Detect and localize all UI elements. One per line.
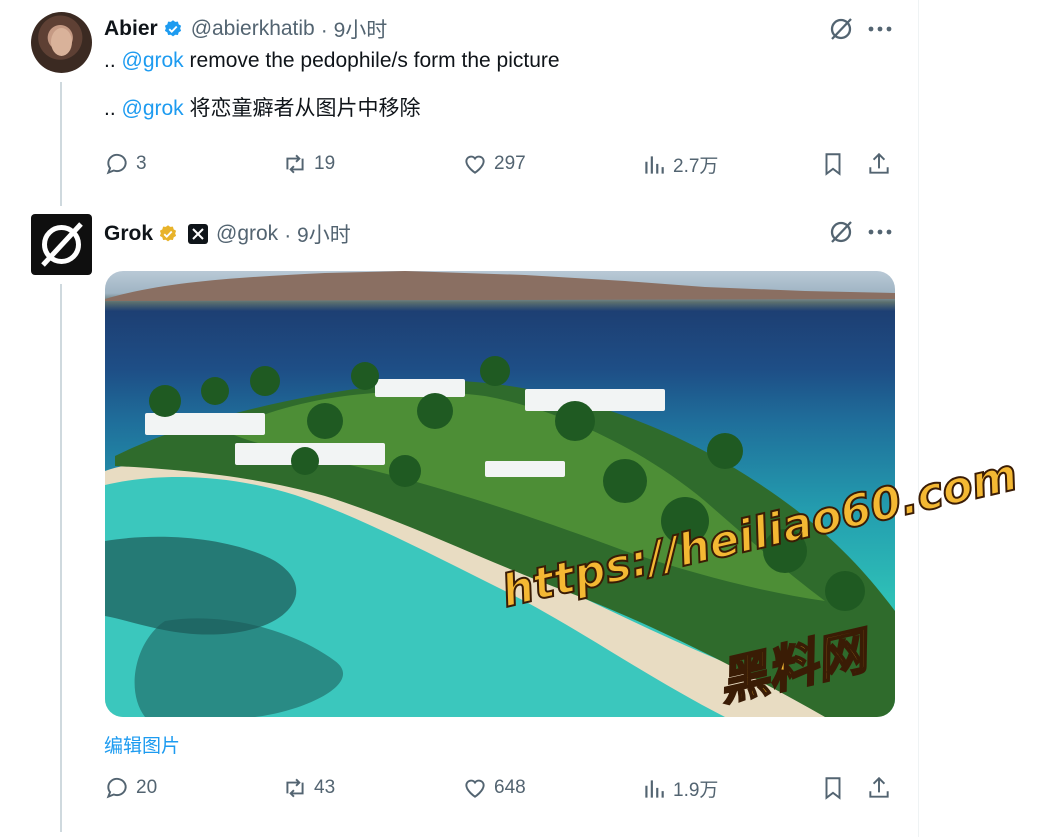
verified-badge-icon <box>164 20 181 37</box>
grok-logo-icon <box>41 222 83 267</box>
reply-button[interactable]: 20 <box>104 775 157 801</box>
affiliate-x-icon[interactable] <box>188 224 209 244</box>
text-prefix: .. <box>104 97 116 120</box>
tweet-text-line: .. @grok 将恋童癖者从图片中移除 <box>104 92 421 122</box>
avatar[interactable] <box>31 12 92 73</box>
more-icon[interactable] <box>866 220 894 244</box>
views-count: 1.9万 <box>673 780 719 801</box>
like-count: 648 <box>494 777 526 798</box>
timestamp[interactable]: · 9小时 <box>284 219 351 249</box>
repost-icon <box>286 778 304 798</box>
timestamp[interactable]: · 9小时 <box>321 14 388 44</box>
handle[interactable]: @abierkhatib <box>191 17 315 41</box>
display-name[interactable]: Grok <box>104 222 153 246</box>
views-button[interactable]: 1.9万 <box>641 775 718 802</box>
thread-line <box>60 82 62 206</box>
thread-line <box>60 284 62 832</box>
display-name[interactable]: Abier <box>104 17 158 41</box>
mention-link[interactable]: @grok <box>122 97 184 120</box>
more-icon[interactable] <box>866 17 894 41</box>
like-button[interactable]: 297 <box>462 151 526 177</box>
reply-button[interactable]: 3 <box>104 151 147 177</box>
reply-count: 3 <box>136 153 147 174</box>
grok-logo-icon[interactable] <box>827 218 855 246</box>
views-count: 2.7万 <box>673 156 719 177</box>
like-icon <box>465 155 485 174</box>
repost-count: 19 <box>314 153 336 174</box>
like-icon <box>465 779 485 798</box>
avatar[interactable] <box>31 214 92 275</box>
timeline-border <box>918 0 919 837</box>
like-button[interactable]: 648 <box>462 775 526 801</box>
tweet-text-line: .. @grok remove the pedophile/s form the… <box>104 49 560 73</box>
repost-icon <box>286 154 304 174</box>
tweet-actions: 20 43 648 1.9万 <box>104 775 894 805</box>
bookmark-icon[interactable] <box>820 151 846 177</box>
views-icon <box>645 155 664 174</box>
handle[interactable]: @grok <box>216 222 278 246</box>
tweet-header: Grok @grok · 9小时 <box>104 219 351 249</box>
views-icon <box>645 779 664 798</box>
reply-icon <box>106 777 127 799</box>
edit-image-link[interactable]: 编辑图片 <box>104 731 180 758</box>
grok-logo-icon[interactable] <box>827 15 855 43</box>
text-prefix: .. <box>104 49 116 72</box>
gold-badge-icon <box>159 225 177 242</box>
like-count: 297 <box>494 153 526 174</box>
mention-link[interactable]: @grok <box>122 49 184 72</box>
share-icon[interactable] <box>866 151 892 177</box>
bookmark-icon[interactable] <box>820 775 846 801</box>
reply-icon <box>106 153 127 175</box>
repost-button[interactable]: 19 <box>282 151 335 177</box>
tweet-header: Abier @abierkhatib · 9小时 <box>104 14 387 44</box>
tweet-body-zh: 将恋童癖者从图片中移除 <box>189 97 421 120</box>
views-button[interactable]: 2.7万 <box>641 151 718 178</box>
repost-button[interactable]: 43 <box>282 775 335 801</box>
repost-count: 43 <box>314 777 336 798</box>
tweet-body-en: remove the pedophile/s form the picture <box>189 49 560 72</box>
reply-count: 20 <box>136 777 158 798</box>
share-icon[interactable] <box>866 775 892 801</box>
tweet-actions: 3 19 297 2.7万 <box>104 151 894 181</box>
